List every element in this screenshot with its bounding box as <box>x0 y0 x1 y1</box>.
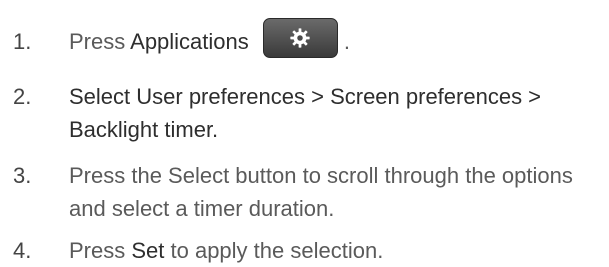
step-number: 3. <box>13 163 32 188</box>
step-text-line-2: Backlight timer. <box>69 117 219 142</box>
step-number: 2. <box>13 84 32 109</box>
procedure-steps: 1. Press Applications . 2. Select User p… <box>0 0 609 267</box>
step-text-suffix: to apply the selection. <box>164 238 384 263</box>
applications-button[interactable] <box>262 18 338 59</box>
set-term: Set <box>131 238 165 263</box>
step-text-line-2: and select a timer duration. <box>69 196 335 221</box>
step-text: Press Applications . <box>69 18 609 59</box>
step-text: Press the Select button to scroll throug… <box>69 159 609 225</box>
step-text-period: . <box>343 29 351 54</box>
gear-icon <box>290 28 311 48</box>
step-text-prefix: Press <box>69 29 131 54</box>
step-text-prefix: Press <box>69 238 132 263</box>
step-text: Select User preferences > Screen prefere… <box>69 80 609 146</box>
step-number: 4. <box>13 238 32 263</box>
step-text-line-1: Select User preferences > Screen prefere… <box>69 84 542 109</box>
applications-term: Applications <box>130 29 249 54</box>
step-text: Press Set to apply the selection. <box>69 234 609 267</box>
step-number: 1. <box>13 29 32 54</box>
step-text-line-1: Press the Select button to scroll throug… <box>69 163 573 188</box>
